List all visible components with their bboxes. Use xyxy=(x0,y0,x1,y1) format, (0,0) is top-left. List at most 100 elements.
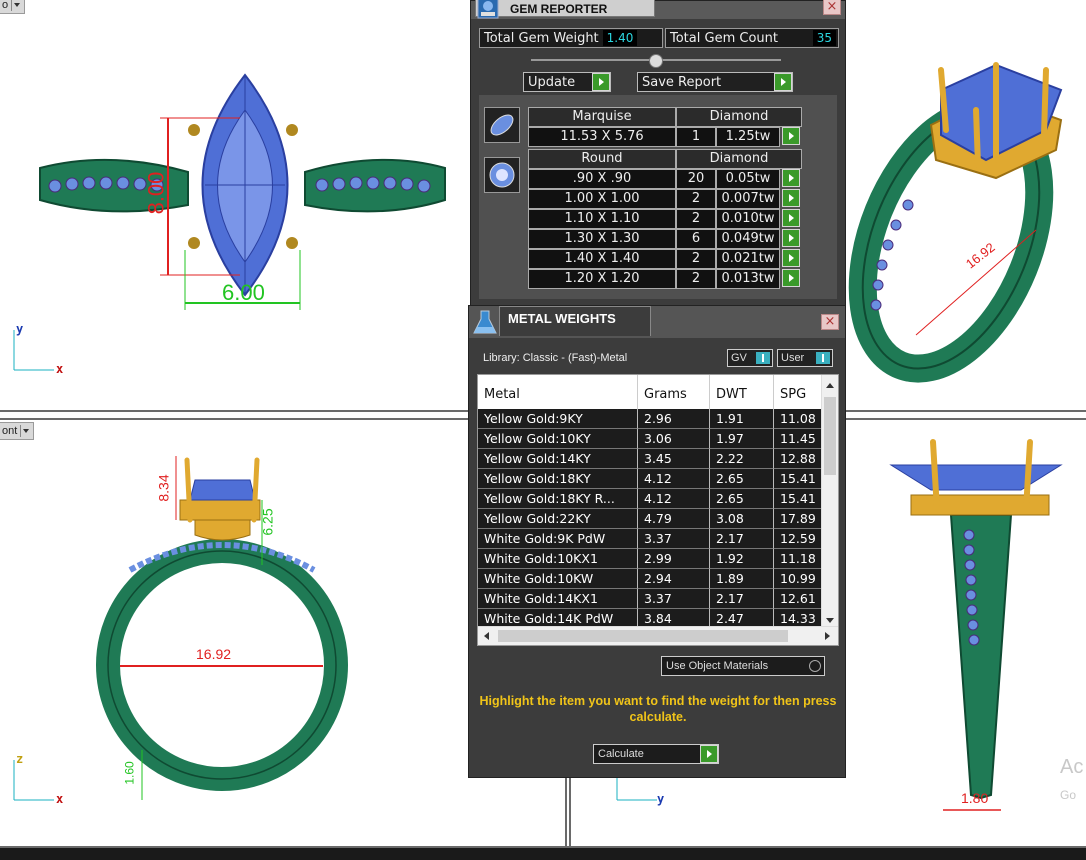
metal-grams: 4.12 xyxy=(638,489,710,509)
axis-label-x: x xyxy=(56,362,64,376)
table-row[interactable]: Yellow Gold:9KY 2.96 1.91 11.08 xyxy=(478,409,823,429)
gem-reporter-tab[interactable]: GEM REPORTER xyxy=(475,0,655,17)
metal-dwt: 1.89 xyxy=(710,569,774,589)
gem-qty: 2 xyxy=(676,249,716,269)
metal-grams: 2.96 xyxy=(638,409,710,429)
metal-name: White Gold:10KX1 xyxy=(478,549,638,569)
chevron-down-icon[interactable] xyxy=(826,618,834,623)
panel-slider[interactable] xyxy=(531,54,781,68)
vertical-scrollbar[interactable] xyxy=(821,375,838,629)
table-row[interactable]: Yellow Gold:10KY 3.06 1.97 11.45 xyxy=(478,429,823,449)
gem-size: 1.20 X 1.20 xyxy=(528,269,676,289)
axis-label-z: z xyxy=(16,752,24,766)
column-header-grams[interactable]: Grams xyxy=(638,375,710,409)
slider-knob[interactable] xyxy=(649,54,663,68)
table-row[interactable]: Yellow Gold:14KY 3.45 2.22 12.88 xyxy=(478,449,823,469)
gem-row-go[interactable] xyxy=(780,249,800,269)
gem-row-go[interactable] xyxy=(780,229,800,249)
metal-weights-titlebar[interactable]: METAL WEIGHTS × xyxy=(469,306,845,338)
scrollbar-thumb[interactable] xyxy=(498,630,788,642)
radio-icon xyxy=(809,660,821,672)
calculate-label: Calculate xyxy=(598,748,644,760)
user-toggle[interactable]: User xyxy=(777,349,833,367)
scrollbar-thumb[interactable] xyxy=(824,397,836,475)
gem-size: 1.10 X 1.10 xyxy=(528,209,676,229)
play-arrow-icon xyxy=(700,745,718,763)
play-arrow-icon xyxy=(782,269,800,287)
library-label: Library: Classic - (Fast)-Metal xyxy=(483,352,628,364)
metal-grams: 3.37 xyxy=(638,529,710,549)
gem-row-go[interactable] xyxy=(780,169,800,189)
column-header-dwt[interactable]: DWT xyxy=(710,375,774,409)
gem-size: 1.30 X 1.30 xyxy=(528,229,676,249)
gem-row[interactable]: 11.53 X 5.76 1 1.25tw xyxy=(528,127,836,147)
gem-row[interactable]: 1.30 X 1.30 6 0.049tw xyxy=(528,229,836,249)
table-row[interactable]: White Gold:10KX1 2.99 1.92 11.18 xyxy=(478,549,823,569)
metal-dwt: 2.65 xyxy=(710,469,774,489)
metal-dwt: 2.22 xyxy=(710,449,774,469)
column-header-spg[interactable]: SPG xyxy=(774,375,823,409)
chevron-left-icon[interactable] xyxy=(484,632,489,640)
gem-tw: 1.25tw xyxy=(716,127,780,147)
marquise-gem-icon[interactable] xyxy=(484,107,520,143)
watermark-line1: Ac xyxy=(1060,756,1084,778)
gem-row[interactable]: 1.20 X 1.20 2 0.013tw xyxy=(528,269,836,289)
gem-row[interactable]: 1.00 X 1.00 2 0.007tw xyxy=(528,189,836,209)
gem-row-go[interactable] xyxy=(780,127,800,147)
gem-qty: 2 xyxy=(676,189,716,209)
round-gem-icon[interactable] xyxy=(484,157,520,193)
close-icon[interactable]: × xyxy=(821,314,839,330)
chevron-up-icon[interactable] xyxy=(826,383,834,388)
metal-dwt: 3.08 xyxy=(710,509,774,529)
table-row[interactable]: White Gold:9K PdW 3.37 2.17 12.59 xyxy=(478,529,823,549)
column-header-metal[interactable]: Metal xyxy=(478,375,638,409)
save-report-label: Save Report xyxy=(642,74,722,90)
save-report-button[interactable]: Save Report xyxy=(637,72,793,92)
gem-reporter-icon xyxy=(477,0,499,19)
gem-row[interactable]: .90 X .90 20 0.05tw xyxy=(528,169,836,189)
table-row[interactable]: White Gold:10KW 2.94 1.89 10.99 xyxy=(478,569,823,589)
toggle-switch-icon xyxy=(756,352,770,364)
chevron-right-icon[interactable] xyxy=(825,632,830,640)
metal-spg: 12.61 xyxy=(774,589,823,609)
gem-qty: 2 xyxy=(676,269,716,289)
table-row[interactable]: Yellow Gold:18KY R... 4.12 2.65 15.41 xyxy=(478,489,823,509)
metal-dwt: 2.17 xyxy=(710,529,774,549)
gem-size: 1.40 X 1.40 xyxy=(528,249,676,269)
play-arrow-icon xyxy=(782,229,800,247)
gem-row-go[interactable] xyxy=(780,269,800,289)
ring-top-view xyxy=(39,73,446,310)
viewport-perspective[interactable]: 16.92 xyxy=(846,0,1086,410)
table-row[interactable]: White Gold:14KX1 3.37 2.17 12.61 xyxy=(478,589,823,609)
gem-row[interactable]: 1.40 X 1.40 2 0.021tw xyxy=(528,249,836,269)
calculate-button[interactable]: Calculate xyxy=(593,744,719,764)
metal-grams: 2.99 xyxy=(638,549,710,569)
table-row[interactable]: Yellow Gold:18KY 4.12 2.65 15.41 xyxy=(478,469,823,489)
total-gem-count-value: 35 xyxy=(812,30,836,46)
gem-row-go[interactable] xyxy=(780,189,800,209)
metal-name: White Gold:9K PdW xyxy=(478,529,638,549)
play-arrow-icon xyxy=(782,249,800,267)
viewport-top[interactable]: o 8.00 6.00 y x xyxy=(0,0,468,410)
play-arrow-icon xyxy=(592,73,610,91)
gem-size: .90 X .90 xyxy=(528,169,676,189)
metal-name: Yellow Gold:9KY xyxy=(478,409,638,429)
play-arrow-icon xyxy=(782,127,800,145)
metal-name: White Gold:10KW xyxy=(478,569,638,589)
update-button[interactable]: Update xyxy=(523,72,611,92)
gem-row[interactable]: 1.10 X 1.10 2 0.010tw xyxy=(528,209,836,229)
close-icon[interactable]: × xyxy=(823,0,841,15)
use-object-materials-toggle[interactable]: Use Object Materials xyxy=(661,656,825,676)
watermark-line2: Go xyxy=(1060,788,1077,802)
table-row[interactable]: Yellow Gold:22KY 4.79 3.08 17.89 xyxy=(478,509,823,529)
metal-spg: 11.08 xyxy=(774,409,823,429)
total-gem-weight-label: Total Gem Weight xyxy=(484,30,599,46)
gem-reporter-titlebar[interactable]: GEM REPORTER × xyxy=(471,0,845,19)
gem-row-go[interactable] xyxy=(780,209,800,229)
gem-material: Diamond xyxy=(676,107,802,127)
gv-toggle[interactable]: GV xyxy=(727,349,773,367)
total-gem-weight: Total Gem Weight 1.40 xyxy=(479,28,663,48)
horizontal-scrollbar[interactable] xyxy=(478,626,838,645)
metal-weights-tab[interactable]: METAL WEIGHTS xyxy=(499,306,651,336)
metal-spg: 12.59 xyxy=(774,529,823,549)
